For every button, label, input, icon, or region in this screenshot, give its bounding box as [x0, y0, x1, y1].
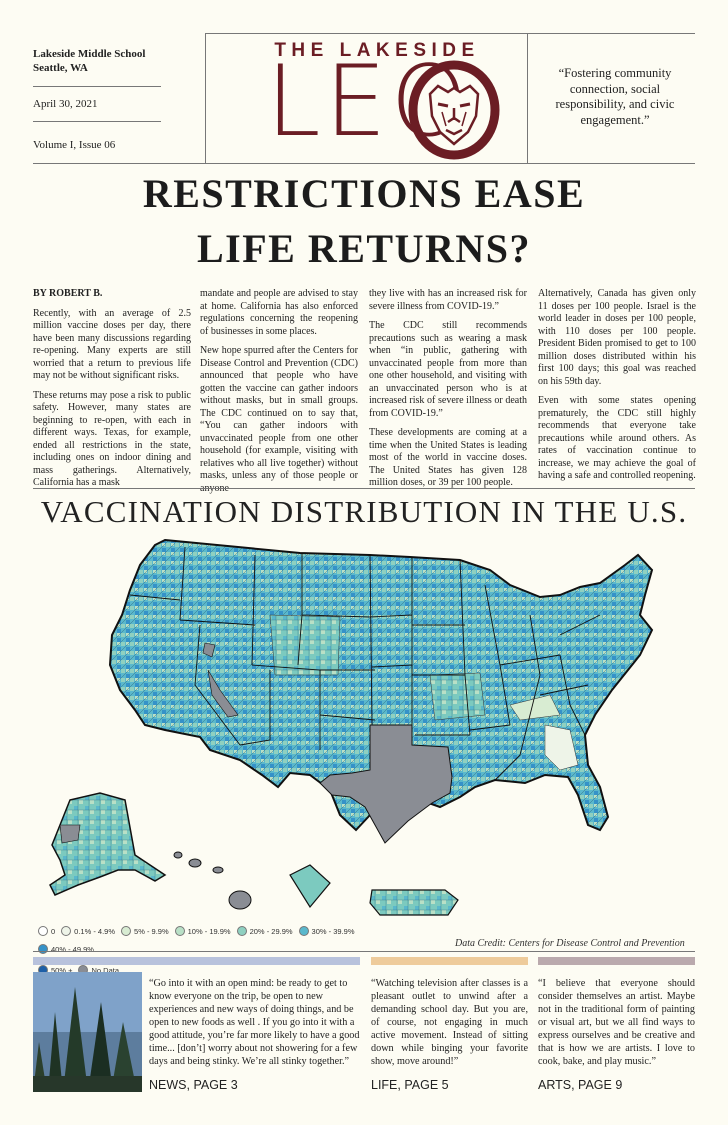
paragraph: mandate and people are advised to stay a… — [200, 288, 358, 337]
byline: BY ROBERT B. — [33, 288, 103, 299]
legend-label: 5% - 9.9% — [134, 926, 169, 936]
news-color-bar — [33, 957, 360, 965]
arts-link[interactable]: ARTS, PAGE 9 — [538, 1078, 622, 1092]
legend-item: 0 — [38, 926, 55, 936]
school-block: Lakeside Middle School Seattle, WA — [33, 47, 145, 75]
lion-logo-icon — [408, 60, 500, 160]
news-photo-trees — [33, 972, 142, 1092]
arts-color-bar — [538, 957, 695, 965]
legend-label: 0.1% - 4.9% — [74, 926, 116, 936]
paragraph: These returns may pose a risk to public … — [33, 389, 191, 489]
no-data-region — [59, 824, 81, 844]
legend-item: 30% - 39.9% — [298, 926, 355, 936]
paragraph: New hope spurred after the Centers for D… — [200, 345, 358, 494]
legend-swatch — [174, 926, 185, 936]
life-color-bar — [371, 957, 528, 965]
news-quote: “Go into it with an open mind: be ready … — [149, 978, 360, 1067]
legend-swatch — [298, 926, 309, 936]
paragraph: they live with has an increased risk for… — [369, 288, 527, 312]
article-column-4: Alternatively, Canada has given only 11 … — [538, 288, 696, 490]
issue-number: Volume I, Issue 06 — [33, 139, 116, 151]
legend-label: 0 — [51, 926, 56, 936]
legend-swatch — [236, 926, 247, 936]
legend-item: 40% - 49.9% — [38, 944, 94, 954]
legend-item: 5% - 9.9% — [121, 926, 169, 936]
headline-line-1: RESTRICTIONS EASE — [142, 171, 586, 216]
masthead-divider — [527, 33, 528, 163]
legend-swatch — [121, 926, 132, 936]
hawaii-shape — [173, 851, 252, 910]
legend-swatch — [61, 926, 72, 936]
masthead-divider — [205, 33, 206, 163]
legend-swatch — [38, 926, 48, 936]
masthead-top-rule — [205, 33, 695, 34]
legend-label: 40% - 49.9% — [51, 944, 94, 954]
rule — [33, 86, 161, 87]
masthead-bottom-rule — [33, 163, 695, 164]
legend-label: 30% - 39.9% — [311, 926, 355, 936]
paragraph: Recently, with an average of 2.5 million… — [33, 307, 191, 382]
region — [269, 614, 341, 676]
legend-item: 10% - 19.9% — [174, 926, 231, 936]
legend-item: 20% - 29.9% — [236, 926, 293, 936]
school-name: Lakeside Middle School — [33, 48, 146, 60]
headline-line-2: LIFE RETURNS? — [196, 226, 531, 271]
paragraph: These developments are coming at a time … — [369, 427, 527, 488]
map-bottom-rule — [33, 951, 695, 952]
alaska-shape — [49, 792, 167, 896]
article-bottom-rule — [33, 488, 695, 489]
us-vaccination-map — [49, 538, 654, 916]
issue-date: April 30, 2021 — [33, 98, 98, 110]
paragraph: Alternatively, Canada has given only 11 … — [538, 288, 696, 387]
paragraph: Even with some states opening prematurel… — [538, 395, 696, 481]
article-column-3: they live with has an increased risk for… — [369, 288, 527, 497]
legend-label: 10% - 19.9% — [187, 926, 231, 936]
life-quote: “Watching television after classes is a … — [371, 978, 528, 1067]
region — [429, 672, 486, 721]
arts-quote: “I believe that everyone should consider… — [538, 978, 695, 1067]
article-column-1: BY ROBERT B. Recently, with an average o… — [33, 288, 191, 497]
puerto-rico-shape — [369, 889, 459, 916]
paragraph: The CDC still recommends precautions suc… — [369, 320, 527, 419]
life-link[interactable]: LIFE, PAGE 5 — [371, 1078, 449, 1092]
article-column-2: mandate and people are advised to stay a… — [200, 288, 358, 502]
motto: “Fostering community connection, social … — [555, 66, 675, 127]
school-location: Seattle, WA — [33, 62, 88, 74]
legend-label: 20% - 29.9% — [249, 926, 293, 936]
legend-swatch — [38, 944, 48, 954]
legend-item: 0.1% - 4.9% — [61, 926, 115, 936]
data-credit: Data Credit: Centers for Disease Control… — [455, 938, 685, 949]
rule — [33, 121, 161, 122]
dc-inset-shape — [289, 864, 331, 909]
news-link[interactable]: NEWS, PAGE 3 — [149, 1078, 238, 1092]
